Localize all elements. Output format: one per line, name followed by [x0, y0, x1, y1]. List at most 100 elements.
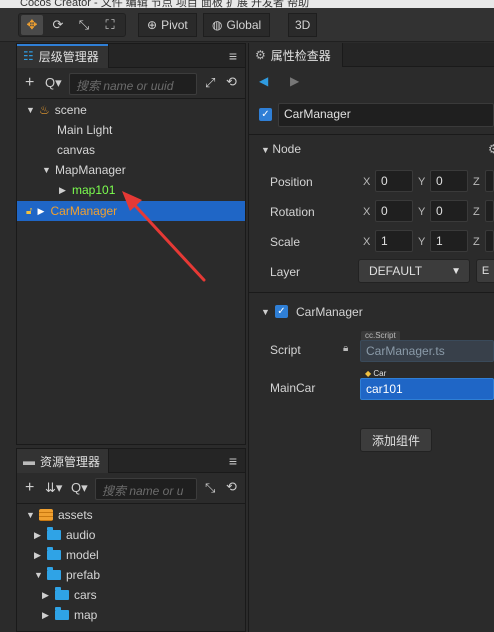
caret-down-icon[interactable]: ▼ [261, 307, 270, 317]
caret-right-icon[interactable]: ▶ [34, 530, 42, 541]
assets-folder-icon: ▬ [23, 454, 35, 468]
asset-label: map [74, 608, 98, 622]
pivot-label: Pivot [161, 18, 188, 32]
tree-node-carmanager[interactable]: 🔓︎ ▶ CarManager [26, 201, 117, 221]
asset-label: cars [74, 588, 97, 602]
collapse-all-icon[interactable]: ⤡ [205, 480, 215, 496]
pivot-icon: ⊕ [147, 18, 158, 32]
node-section-label: Node [272, 142, 302, 156]
section-divider [248, 134, 494, 135]
mode-3d-toggle[interactable]: 3D [288, 13, 318, 37]
scale-x-input[interactable]: 1 [375, 230, 413, 252]
asset-item-map[interactable]: ▶ map [42, 605, 97, 625]
tab-inspector[interactable]: ⚙ 属性检查器 [249, 43, 343, 67]
tree-node-main-light[interactable]: Main Light [57, 120, 112, 140]
sort-icon[interactable]: ⇊▾ [45, 480, 62, 496]
asset-item-model[interactable]: ▶ model [34, 545, 99, 565]
scale-tool-icon[interactable]: ⤡ [73, 15, 95, 35]
node-name-field[interactable]: CarManager [278, 103, 494, 127]
rect-tool-icon[interactable]: ⛶ [99, 15, 121, 35]
add-component-button[interactable]: 添加组件 [360, 428, 432, 452]
caret-right-icon[interactable]: ▶ [42, 610, 50, 621]
caret-right-icon[interactable]: ▶ [34, 550, 42, 561]
assets-search-row: + ⇊▾ Q▾ 搜索 name or u ⤡ ⟲ [17, 474, 245, 504]
folder-icon [55, 607, 69, 620]
scale-y-axis: Y [418, 236, 426, 248]
caret-down-icon[interactable]: ▼ [26, 105, 35, 115]
layer-select[interactable]: DEFAULT ▼ [358, 259, 470, 283]
tree-node-map101[interactable]: ▶ map101 [59, 180, 115, 200]
hierarchy-menu-icon[interactable]: ≡ [229, 48, 237, 64]
component-enabled-checkbox[interactable]: ✓ [275, 305, 288, 318]
global-toggle[interactable]: ◍ Global [203, 13, 271, 37]
search-type-icon[interactable]: Q▾ [71, 480, 88, 496]
rotation-x-axis: X [363, 206, 371, 218]
collapse-all-icon[interactable]: ⤢ [205, 75, 215, 91]
rotation-x-input[interactable]: 0 [375, 200, 413, 222]
window-title: Cocos Creator - 文件 编辑 节点 项目 面板 扩展 开发者 帮助 [20, 0, 310, 8]
back-arrow-icon[interactable]: ◀ [259, 74, 268, 88]
caret-right-icon[interactable]: ▶ [37, 206, 45, 217]
caret-down-icon[interactable]: ▼ [42, 165, 51, 175]
add-asset-icon[interactable]: + [25, 479, 34, 497]
scene-flame-icon: ♨ [39, 103, 50, 117]
rotation-z-input[interactable] [485, 200, 494, 222]
position-x-axis: X [363, 176, 371, 188]
asset-item-assets[interactable]: ▼ assets [26, 505, 93, 525]
tree-node-canvas[interactable]: canvas [57, 140, 95, 160]
assets-menu-icon[interactable]: ≡ [229, 453, 237, 469]
tree-node-mapmanager[interactable]: ▼ MapManager [42, 160, 126, 180]
layer-value: DEFAULT [369, 264, 423, 278]
main-toolbar: ✥ ⟳ ⤡ ⛶ ⊕ Pivot ◍ Global 3D [0, 8, 494, 42]
caret-down-icon[interactable]: ▼ [34, 570, 43, 580]
scale-y-input[interactable]: 1 [430, 230, 468, 252]
hierarchy-tab-label: 层级管理器 [38, 49, 99, 64]
node-settings-icon[interactable]: ⚙ [488, 142, 494, 156]
inspector-tab-label: 属性检查器 [270, 48, 331, 63]
inspector-gear-icon: ⚙ [255, 48, 266, 62]
layer-edit-button[interactable]: E [476, 259, 494, 283]
hierarchy-tree-icon: ☷ [23, 49, 34, 63]
tab-hierarchy[interactable]: ☷ 层级管理器 [17, 44, 109, 68]
refresh-icon[interactable]: ⟲ [226, 74, 237, 90]
node-section-toggle[interactable]: ▼ Node [261, 142, 301, 156]
pivot-toggle[interactable]: ⊕ Pivot [138, 13, 197, 37]
caret-right-icon[interactable]: ▶ [59, 185, 67, 196]
asset-item-audio[interactable]: ▶ audio [34, 525, 95, 545]
asset-label: audio [66, 528, 96, 542]
maincar-field[interactable]: car101 [360, 378, 494, 400]
caret-down-icon[interactable]: ▼ [26, 510, 35, 520]
position-z-axis: Z [473, 176, 480, 188]
tab-assets[interactable]: ▬ 资源管理器 [17, 449, 109, 473]
folder-icon [47, 547, 61, 560]
node-active-checkbox[interactable]: ✓ [259, 108, 272, 121]
forward-arrow-icon[interactable]: ▶ [290, 74, 299, 88]
rotation-label: Rotation [270, 205, 315, 219]
position-label: Position [270, 175, 313, 189]
hierarchy-tabbar: ☷ 层级管理器 ≡ [17, 44, 245, 68]
tree-node-scene[interactable]: ▼ ♨ scene [26, 100, 87, 120]
position-y-input[interactable]: 0 [430, 170, 468, 192]
scale-z-input[interactable] [485, 230, 494, 252]
lock-icon[interactable]: 🔓︎ [26, 206, 32, 217]
position-x-input[interactable]: 0 [375, 170, 413, 192]
database-icon [39, 509, 53, 521]
position-z-input[interactable] [485, 170, 494, 192]
position-y-axis: Y [418, 176, 426, 188]
component-label: CarManager [296, 305, 363, 319]
search-type-icon[interactable]: Q▾ [45, 75, 62, 91]
asset-item-prefab[interactable]: ▼ prefab [34, 565, 100, 585]
rotate-tool-icon[interactable]: ⟳ [47, 15, 69, 35]
maincar-label: MainCar [270, 381, 316, 395]
assets-search-input[interactable]: 搜索 name or u [95, 478, 197, 500]
window-title-bar: Cocos Creator - 文件 编辑 节点 项目 面板 扩展 开发者 帮助 [0, 0, 494, 8]
move-tool-icon[interactable]: ✥ [21, 15, 43, 35]
hierarchy-search-row: + Q▾ 搜索 name or uuid ⤢ ⟲ [17, 69, 245, 99]
hierarchy-search-input[interactable]: 搜索 name or uuid [69, 73, 197, 95]
asset-item-cars[interactable]: ▶ cars [42, 585, 97, 605]
refresh-icon[interactable]: ⟲ [226, 479, 237, 495]
caret-right-icon[interactable]: ▶ [42, 590, 50, 601]
rotation-y-input[interactable]: 0 [430, 200, 468, 222]
assets-tab-label: 资源管理器 [40, 454, 101, 469]
add-node-icon[interactable]: + [25, 74, 34, 92]
